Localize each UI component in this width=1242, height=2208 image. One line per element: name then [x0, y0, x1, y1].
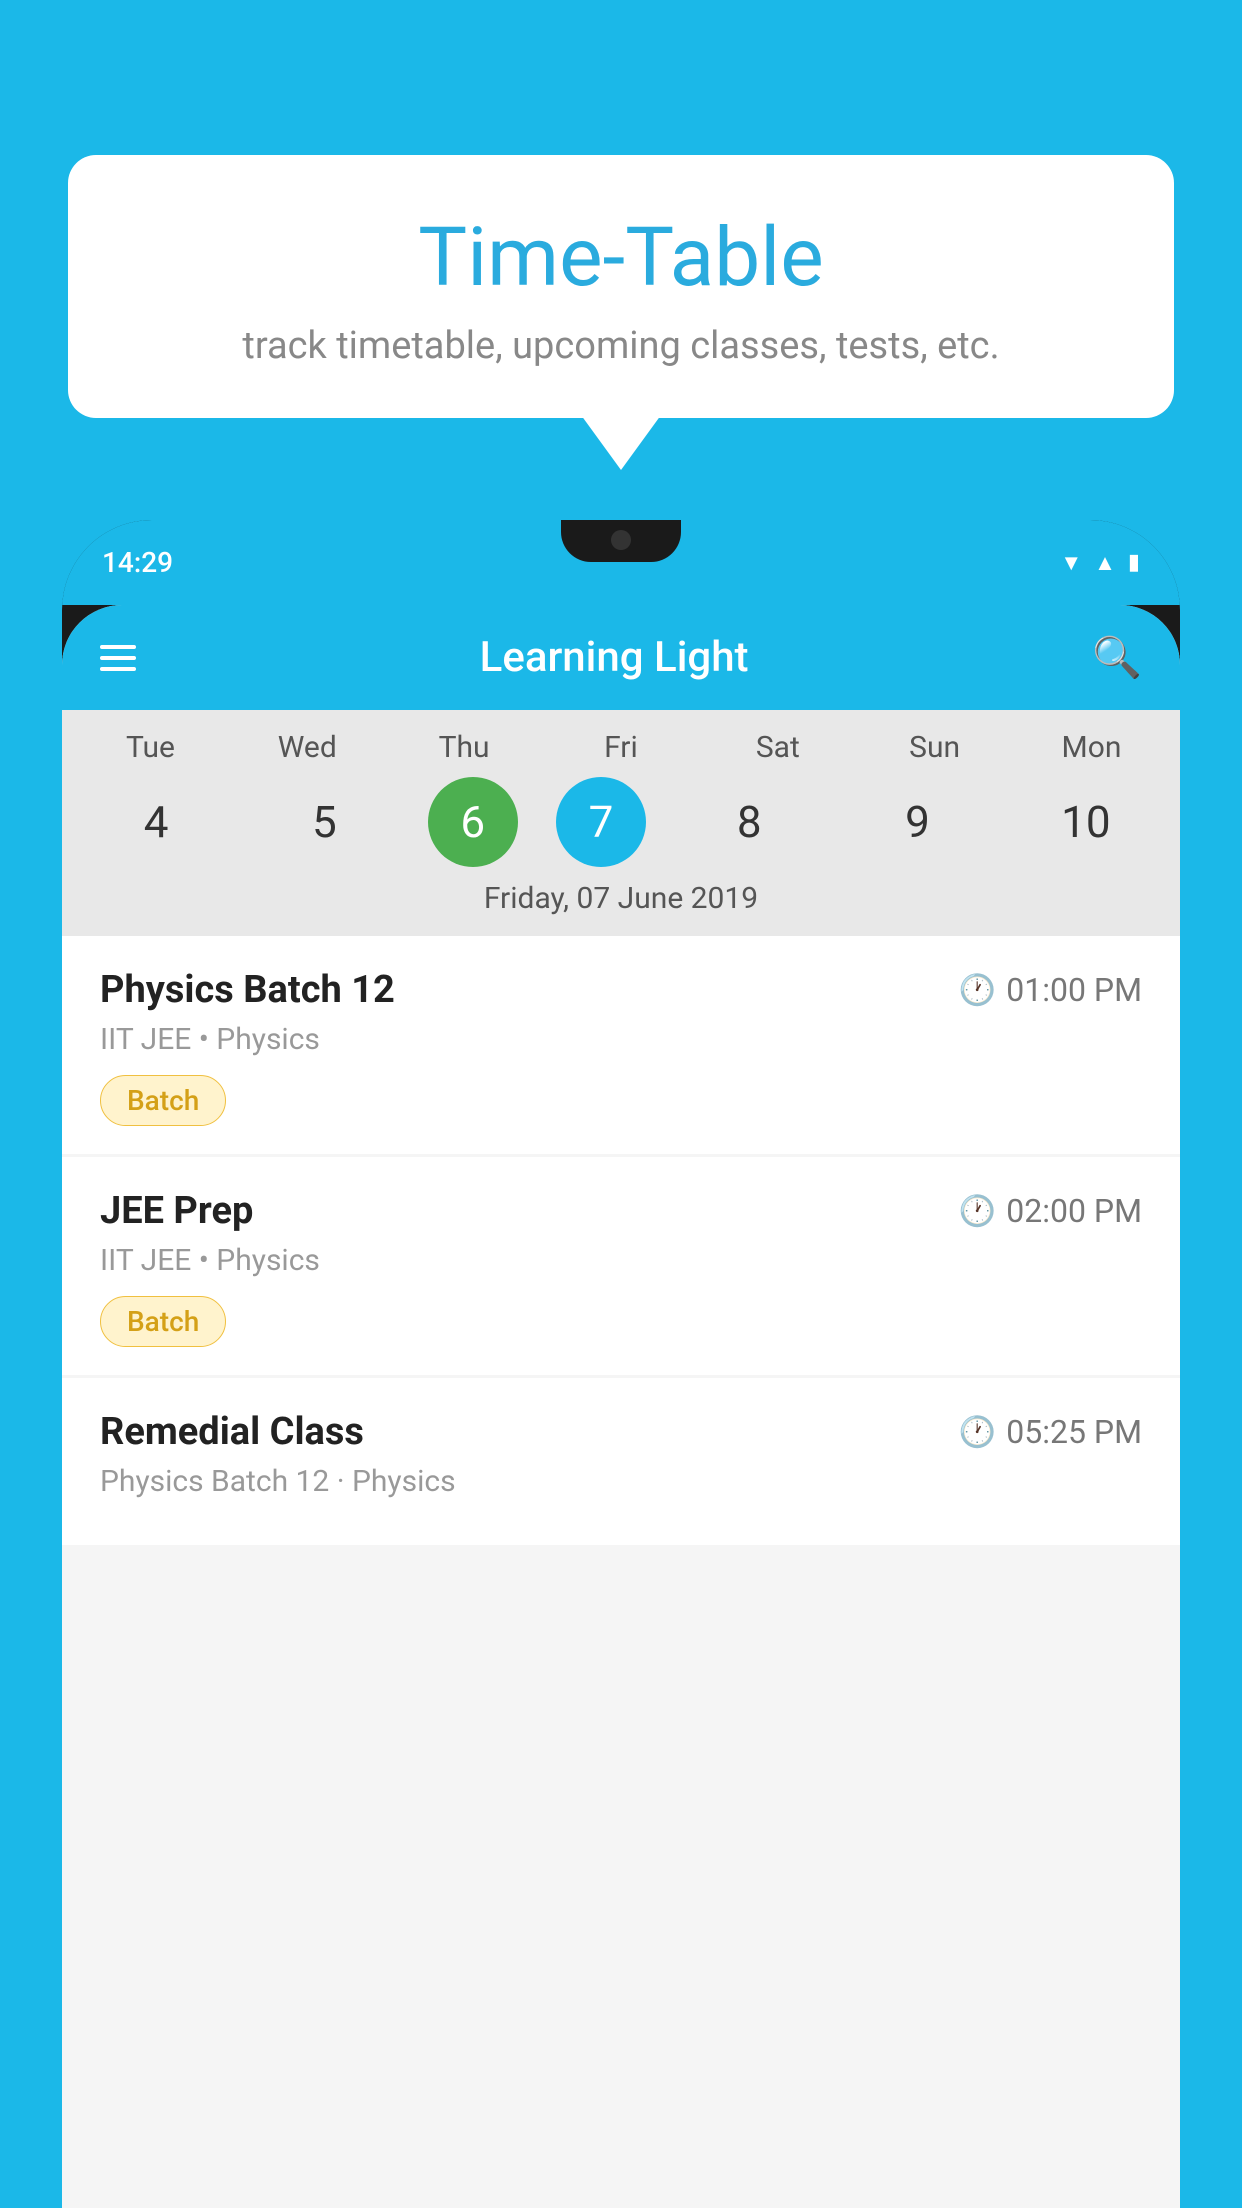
day-label-thu: Thu: [399, 730, 529, 765]
signal-icon: ▲: [1094, 550, 1116, 576]
day-4[interactable]: 4: [91, 777, 221, 867]
phone-inner: Learning Light 🔍 Tue Wed Thu Fri Sat Sun…: [62, 605, 1180, 2208]
status-icons: ▼ ▲ ▮: [1060, 550, 1140, 576]
app-title: Learning Light: [166, 633, 1062, 682]
day-8[interactable]: 8: [684, 777, 814, 867]
schedule-subtitle-3: Physics Batch 12 · Physics: [100, 1464, 1142, 1499]
day-label-sun: Sun: [870, 730, 1000, 765]
day-label-mon: Mon: [1026, 730, 1156, 765]
speech-bubble: Time-Table track timetable, upcoming cla…: [68, 155, 1174, 418]
day-label-tue: Tue: [85, 730, 215, 765]
batch-tag-2: Batch: [100, 1296, 226, 1347]
app-header: Learning Light 🔍: [62, 605, 1180, 710]
status-bar: 14:29 ▼ ▲ ▮: [62, 520, 1180, 605]
app-feature-title: Time-Table: [128, 210, 1114, 306]
day-9[interactable]: 9: [853, 777, 983, 867]
day-label-fri: Fri: [556, 730, 686, 765]
schedule-item-3-header: Remedial Class 🕐 05:25 PM: [100, 1410, 1142, 1454]
schedule-item-1-header: Physics Batch 12 🕐 01:00 PM: [100, 968, 1142, 1012]
schedule-time-2: 🕐 02:00 PM: [959, 1192, 1142, 1230]
search-icon[interactable]: 🔍: [1092, 634, 1142, 681]
app-feature-subtitle: track timetable, upcoming classes, tests…: [128, 324, 1114, 368]
schedule-time-1: 🕐 01:00 PM: [959, 971, 1142, 1009]
schedule-item-2[interactable]: JEE Prep 🕐 02:00 PM IIT JEE • Physics Ba…: [62, 1157, 1180, 1375]
day-5[interactable]: 5: [259, 777, 389, 867]
menu-icon[interactable]: [100, 638, 136, 678]
schedule-list: Physics Batch 12 🕐 01:00 PM IIT JEE • Ph…: [62, 936, 1180, 1545]
day-label-sat: Sat: [713, 730, 843, 765]
day-numbers: 4 5 6 7 8 9 10: [62, 777, 1180, 867]
clock-icon-1: 🕐: [959, 973, 996, 1008]
schedule-title-2: JEE Prep: [100, 1189, 253, 1233]
selected-date-label: Friday, 07 June 2019: [62, 881, 1180, 921]
day-label-wed: Wed: [242, 730, 372, 765]
clock-icon-2: 🕐: [959, 1194, 996, 1229]
schedule-subtitle-1: IIT JEE • Physics: [100, 1022, 1142, 1057]
calendar-strip: Tue Wed Thu Fri Sat Sun Mon 4 5 6 7 8 9 …: [62, 710, 1180, 936]
clock-icon-3: 🕐: [959, 1415, 996, 1450]
schedule-subtitle-2: IIT JEE • Physics: [100, 1243, 1142, 1278]
schedule-item-1[interactable]: Physics Batch 12 🕐 01:00 PM IIT JEE • Ph…: [62, 936, 1180, 1154]
day-10[interactable]: 10: [1021, 777, 1151, 867]
wifi-icon: ▼: [1060, 550, 1082, 576]
status-time: 14:29: [102, 546, 173, 579]
day-7-selected[interactable]: 7: [556, 777, 646, 867]
schedule-time-3: 🕐 05:25 PM: [959, 1413, 1142, 1451]
day-6-today[interactable]: 6: [428, 777, 518, 867]
phone-frame: 14:29 ▼ ▲ ▮ Learning Light 🔍: [62, 520, 1180, 2208]
schedule-item-2-header: JEE Prep 🕐 02:00 PM: [100, 1189, 1142, 1233]
battery-icon: ▮: [1128, 550, 1140, 575]
phone-screen: Learning Light 🔍 Tue Wed Thu Fri Sat Sun…: [62, 605, 1180, 2208]
front-camera: [611, 530, 631, 550]
batch-tag-1: Batch: [100, 1075, 226, 1126]
phone-notch: [561, 520, 681, 562]
schedule-time-value-1: 01:00 PM: [1006, 971, 1142, 1009]
schedule-item-3[interactable]: Remedial Class 🕐 05:25 PM Physics Batch …: [62, 1378, 1180, 1545]
day-headers: Tue Wed Thu Fri Sat Sun Mon: [62, 730, 1180, 765]
schedule-time-value-2: 02:00 PM: [1006, 1192, 1142, 1230]
schedule-title-1: Physics Batch 12: [100, 968, 395, 1012]
schedule-time-value-3: 05:25 PM: [1006, 1413, 1142, 1451]
schedule-title-3: Remedial Class: [100, 1410, 364, 1454]
